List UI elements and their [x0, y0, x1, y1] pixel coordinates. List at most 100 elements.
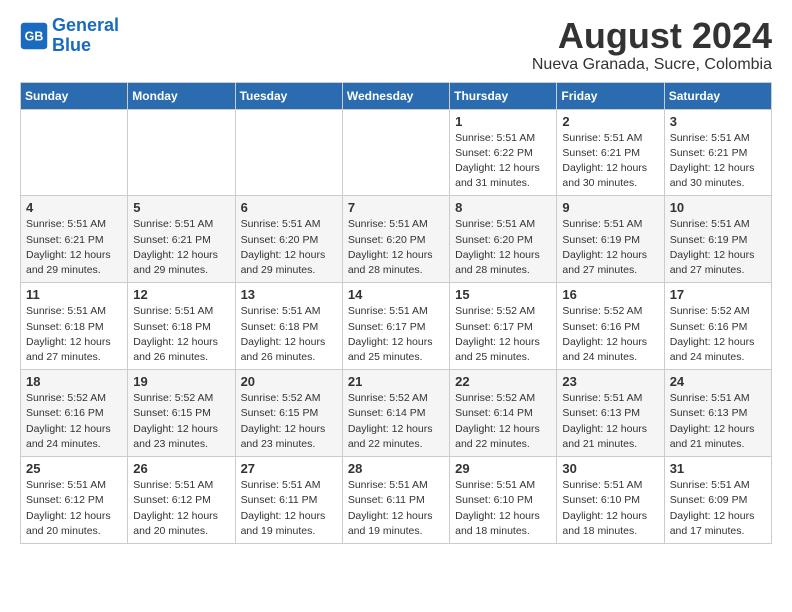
weekday-header-friday: Friday — [557, 82, 664, 109]
day-number: 17 — [670, 287, 766, 302]
day-number: 3 — [670, 114, 766, 129]
calendar-cell — [342, 109, 449, 196]
calendar-week-row: 18 Sunrise: 5:52 AMSunset: 6:16 PMDayligh… — [21, 370, 772, 457]
day-number: 15 — [455, 287, 551, 302]
logo-icon: GB — [20, 22, 48, 50]
weekday-header-wednesday: Wednesday — [342, 82, 449, 109]
day-number: 23 — [562, 374, 658, 389]
calendar-cell: 5 Sunrise: 5:51 AMSunset: 6:21 PMDaylight… — [128, 196, 235, 283]
day-info: Sunrise: 5:51 AMSunset: 6:22 PMDaylight:… — [455, 131, 551, 192]
weekday-header-row: SundayMondayTuesdayWednesdayThursdayFrid… — [21, 82, 772, 109]
calendar-cell: 26 Sunrise: 5:51 AMSunset: 6:12 PMDayligh… — [128, 457, 235, 544]
day-number: 8 — [455, 200, 551, 215]
day-number: 28 — [348, 461, 444, 476]
logo: GB General Blue — [20, 16, 119, 56]
weekday-header-saturday: Saturday — [664, 82, 771, 109]
calendar-body: 1Sunrise: 5:51 AMSunset: 6:22 PMDaylight… — [21, 109, 772, 543]
calendar-cell: 25 Sunrise: 5:51 AMSunset: 6:12 PMDayligh… — [21, 457, 128, 544]
day-number: 12 — [133, 287, 229, 302]
logo-blue: Blue — [52, 35, 91, 55]
day-info: Sunrise: 5:51 AMSunset: 6:10 PMDaylight:… — [562, 478, 658, 539]
day-number: 27 — [241, 461, 337, 476]
calendar-cell: 28Sunrise: 5:51 AMSunset: 6:11 PMDayligh… — [342, 457, 449, 544]
day-info: Sunrise: 5:51 AMSunset: 6:10 PMDaylight:… — [455, 478, 551, 539]
day-number: 2 — [562, 114, 658, 129]
day-info: Sunrise: 5:51 AMSunset: 6:11 PMDaylight:… — [241, 478, 337, 539]
day-info: Sunrise: 5:51 AMSunset: 6:17 PMDaylight:… — [348, 304, 444, 365]
day-info: Sunrise: 5:52 AMSunset: 6:14 PMDaylight:… — [455, 391, 551, 452]
day-info: Sunrise: 5:51 AMSunset: 6:20 PMDaylight:… — [348, 217, 444, 278]
calendar-cell: 2Sunrise: 5:51 AMSunset: 6:21 PMDaylight… — [557, 109, 664, 196]
calendar-cell: 15 Sunrise: 5:52 AMSunset: 6:17 PMDayligh… — [450, 283, 557, 370]
calendar-week-row: 4 Sunrise: 5:51 AMSunset: 6:21 PMDaylight… — [21, 196, 772, 283]
calendar-cell: 23Sunrise: 5:51 AMSunset: 6:13 PMDayligh… — [557, 370, 664, 457]
calendar-cell — [235, 109, 342, 196]
calendar-week-row: 25 Sunrise: 5:51 AMSunset: 6:12 PMDayligh… — [21, 457, 772, 544]
calendar-cell: 14Sunrise: 5:51 AMSunset: 6:17 PMDayligh… — [342, 283, 449, 370]
day-number: 19 — [133, 374, 229, 389]
day-info: Sunrise: 5:52 AMSunset: 6:17 PMDaylight:… — [455, 304, 551, 365]
day-info: Sunrise: 5:52 AMSunset: 6:14 PMDaylight:… — [348, 391, 444, 452]
calendar-cell: 31Sunrise: 5:51 AMSunset: 6:09 PMDayligh… — [664, 457, 771, 544]
day-info: Sunrise: 5:52 AMSunset: 6:15 PMDaylight:… — [241, 391, 337, 452]
calendar-cell: 10 Sunrise: 5:51 AMSunset: 6:19 PMDayligh… — [664, 196, 771, 283]
calendar-cell: 17 Sunrise: 5:52 AMSunset: 6:16 PMDayligh… — [664, 283, 771, 370]
logo-text: General Blue — [52, 16, 119, 56]
day-number: 20 — [241, 374, 337, 389]
calendar-cell: 16Sunrise: 5:52 AMSunset: 6:16 PMDayligh… — [557, 283, 664, 370]
day-number: 29 — [455, 461, 551, 476]
day-info: Sunrise: 5:51 AMSunset: 6:12 PMDaylight:… — [133, 478, 229, 539]
calendar-cell: 4 Sunrise: 5:51 AMSunset: 6:21 PMDaylight… — [21, 196, 128, 283]
calendar-cell: 29 Sunrise: 5:51 AMSunset: 6:10 PMDayligh… — [450, 457, 557, 544]
day-info: Sunrise: 5:52 AMSunset: 6:15 PMDaylight:… — [133, 391, 229, 452]
day-info: Sunrise: 5:51 AMSunset: 6:20 PMDaylight:… — [455, 217, 551, 278]
day-info: Sunrise: 5:52 AMSunset: 6:16 PMDaylight:… — [670, 304, 766, 365]
calendar-cell: 18 Sunrise: 5:52 AMSunset: 6:16 PMDayligh… — [21, 370, 128, 457]
calendar-cell: 20 Sunrise: 5:52 AMSunset: 6:15 PMDayligh… — [235, 370, 342, 457]
day-info: Sunrise: 5:51 AMSunset: 6:19 PMDaylight:… — [670, 217, 766, 278]
calendar-cell: 3 Sunrise: 5:51 AMSunset: 6:21 PMDaylight… — [664, 109, 771, 196]
day-info: Sunrise: 5:51 AMSunset: 6:09 PMDaylight:… — [670, 478, 766, 539]
calendar-table: SundayMondayTuesdayWednesdayThursdayFrid… — [20, 82, 772, 544]
day-info: Sunrise: 5:52 AMSunset: 6:16 PMDaylight:… — [26, 391, 122, 452]
day-info: Sunrise: 5:51 AMSunset: 6:18 PMDaylight:… — [241, 304, 337, 365]
calendar-cell: 1Sunrise: 5:51 AMSunset: 6:22 PMDaylight… — [450, 109, 557, 196]
calendar-cell: 24 Sunrise: 5:51 AMSunset: 6:13 PMDayligh… — [664, 370, 771, 457]
weekday-header-tuesday: Tuesday — [235, 82, 342, 109]
calendar-cell: 30 Sunrise: 5:51 AMSunset: 6:10 PMDayligh… — [557, 457, 664, 544]
day-info: Sunrise: 5:51 AMSunset: 6:19 PMDaylight:… — [562, 217, 658, 278]
day-number: 7 — [348, 200, 444, 215]
calendar-subtitle: Nueva Granada, Sucre, Colombia — [532, 56, 772, 74]
calendar-week-row: 1Sunrise: 5:51 AMSunset: 6:22 PMDaylight… — [21, 109, 772, 196]
day-number: 25 — [26, 461, 122, 476]
calendar-cell: 21Sunrise: 5:52 AMSunset: 6:14 PMDayligh… — [342, 370, 449, 457]
day-number: 6 — [241, 200, 337, 215]
day-info: Sunrise: 5:52 AMSunset: 6:16 PMDaylight:… — [562, 304, 658, 365]
day-number: 18 — [26, 374, 122, 389]
weekday-header-monday: Monday — [128, 82, 235, 109]
calendar-cell: 22Sunrise: 5:52 AMSunset: 6:14 PMDayligh… — [450, 370, 557, 457]
title-block: August 2024 Nueva Granada, Sucre, Colomb… — [532, 16, 772, 74]
logo-general: General — [52, 15, 119, 35]
day-number: 9 — [562, 200, 658, 215]
calendar-cell: 13 Sunrise: 5:51 AMSunset: 6:18 PMDayligh… — [235, 283, 342, 370]
day-number: 13 — [241, 287, 337, 302]
day-number: 10 — [670, 200, 766, 215]
calendar-cell — [21, 109, 128, 196]
day-info: Sunrise: 5:51 AMSunset: 6:13 PMDaylight:… — [670, 391, 766, 452]
calendar-cell: 11Sunrise: 5:51 AMSunset: 6:18 PMDayligh… — [21, 283, 128, 370]
day-number: 30 — [562, 461, 658, 476]
day-info: Sunrise: 5:51 AMSunset: 6:21 PMDaylight:… — [133, 217, 229, 278]
day-number: 26 — [133, 461, 229, 476]
day-info: Sunrise: 5:51 AMSunset: 6:21 PMDaylight:… — [26, 217, 122, 278]
day-number: 5 — [133, 200, 229, 215]
day-info: Sunrise: 5:51 AMSunset: 6:20 PMDaylight:… — [241, 217, 337, 278]
weekday-header-thursday: Thursday — [450, 82, 557, 109]
weekday-header-sunday: Sunday — [21, 82, 128, 109]
day-number: 4 — [26, 200, 122, 215]
day-info: Sunrise: 5:51 AMSunset: 6:21 PMDaylight:… — [670, 131, 766, 192]
day-number: 11 — [26, 287, 122, 302]
calendar-cell: 27 Sunrise: 5:51 AMSunset: 6:11 PMDayligh… — [235, 457, 342, 544]
day-info: Sunrise: 5:51 AMSunset: 6:12 PMDaylight:… — [26, 478, 122, 539]
day-number: 24 — [670, 374, 766, 389]
